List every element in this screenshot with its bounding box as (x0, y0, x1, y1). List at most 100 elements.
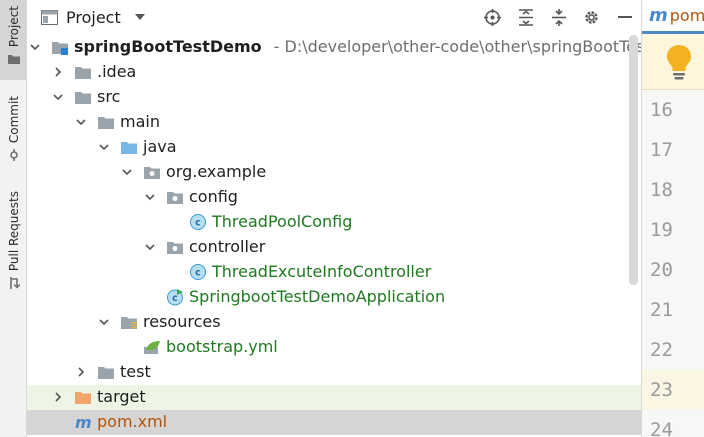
chevron-down-icon[interactable] (75, 116, 87, 128)
spring-boot-class-icon: c (167, 289, 183, 306)
java-class-icon: c (190, 264, 206, 280)
resources-folder-icon (121, 317, 137, 329)
tree-node-label: main (120, 112, 160, 131)
chevron-down-icon[interactable] (144, 241, 156, 253)
tree-node-springboottestdemoapplication[interactable]: c SpringbootTestDemoApplication (27, 285, 641, 310)
settings-icon[interactable] (575, 0, 608, 34)
folder-icon (75, 92, 91, 104)
package-icon (167, 192, 183, 204)
tree-node-idea[interactable]: .idea (27, 60, 641, 85)
tree-node-text: springBootTestDemo (74, 37, 262, 56)
tree-node-org-example[interactable]: org.example (27, 160, 641, 185)
editor-area: m pom.xml 16 17 18 19 20 21 22 23 24 (641, 0, 704, 437)
folder-icon (98, 367, 114, 379)
tree-node-text: java (143, 137, 177, 156)
tool-tab-project[interactable]: Project (0, 0, 27, 80)
tree-node-config[interactable]: config (27, 185, 641, 210)
package-icon (144, 167, 160, 179)
tree-node-label: springBootTestDemo - D:\developer\other-c… (74, 37, 641, 56)
tree-node-label: pom.xml (97, 412, 167, 431)
hide-icon[interactable] (608, 0, 641, 34)
tree-node-src[interactable]: src (27, 85, 641, 110)
tool-tab-pull-requests[interactable]: Pull Requests (0, 185, 27, 305)
chevron-right-icon[interactable] (52, 391, 64, 403)
locate-icon[interactable] (476, 0, 509, 34)
tree-node-target[interactable]: target (27, 385, 641, 410)
line-number: 21 (650, 299, 673, 321)
project-window-icon (41, 9, 58, 25)
line-number: 22 (650, 339, 673, 361)
tool-window-strip: Project Commit Pull Requests (0, 0, 27, 437)
expand-all-icon[interactable] (509, 0, 542, 34)
lightbulb-icon[interactable] (666, 44, 692, 80)
svg-text:c: c (172, 293, 178, 304)
tree-node-label: SpringbootTestDemoApplication (189, 287, 445, 306)
line-number: 16 (650, 99, 673, 121)
tree-node-label: .idea (97, 62, 136, 81)
tree-node-text: ThreadExcuteInfoController (212, 262, 432, 281)
module-path: - D:\developer\other-code\other\springBo… (273, 37, 641, 56)
line-number: 20 (650, 259, 673, 281)
panel-toolbar (476, 0, 641, 34)
tree-node-label: resources (143, 312, 221, 331)
tree-node-controller[interactable]: controller (27, 235, 641, 260)
chevron-down-icon[interactable] (121, 166, 133, 178)
notification-banner (642, 34, 704, 90)
chevron-down-icon[interactable] (52, 91, 64, 103)
chevron-down-icon[interactable] (134, 13, 145, 21)
pull-request-icon (9, 277, 20, 290)
tree-scrollbar[interactable] (629, 35, 638, 285)
tree-node-label: test (120, 362, 151, 381)
chevron-down-icon[interactable] (98, 141, 110, 153)
tree-node-threadpoolconfig[interactable]: c ThreadPoolConfig (27, 210, 641, 235)
package-icon (167, 242, 183, 254)
excluded-folder-icon (75, 392, 91, 404)
tree-node-label: org.example (166, 162, 266, 181)
editor-tab-label: pom.xml (669, 6, 704, 25)
line-number-gutter: 16 17 18 19 20 21 22 23 24 (642, 90, 704, 437)
tree-node-springboottestdemo[interactable]: springBootTestDemo - D:\developer\other-c… (27, 35, 641, 60)
tree-node-text: config (189, 187, 238, 206)
commit-icon (9, 149, 18, 162)
tree-node-label: target (97, 387, 146, 406)
tool-tab-commit[interactable]: Commit (0, 90, 27, 175)
tree-node-text: test (120, 362, 151, 381)
project-panel-title[interactable]: Project (66, 8, 121, 27)
folder-icon (98, 117, 114, 129)
folder-icon (75, 67, 91, 79)
java-class-icon: c (190, 214, 206, 230)
chevron-down-icon[interactable] (29, 41, 41, 53)
chevron-right-icon[interactable] (75, 366, 87, 378)
line-number: 19 (650, 219, 673, 241)
tree-node-label: java (143, 137, 177, 156)
tree-node-text: src (97, 87, 121, 106)
chevron-down-icon[interactable] (144, 191, 156, 203)
tree-node-pom-xml[interactable]: m pom.xml (27, 410, 641, 435)
tree-node-label: bootstrap.yml (166, 337, 278, 356)
tree-node-text: main (120, 112, 160, 131)
tool-tab-label: Commit (6, 96, 21, 144)
maven-icon: m (649, 5, 668, 26)
collapse-all-icon[interactable] (542, 0, 575, 34)
chevron-right-icon[interactable] (52, 66, 64, 78)
tree-node-text: bootstrap.yml (166, 337, 278, 356)
tree-node-threadexcuteinfocontroller[interactable]: c ThreadExcuteInfoController (27, 260, 641, 285)
spring-yml-icon (144, 341, 160, 354)
tree-node-label: ThreadPoolConfig (212, 212, 352, 231)
project-panel-header: Project (27, 0, 641, 34)
tree-node-text: pom.xml (97, 412, 168, 431)
tree-node-resources[interactable]: resources (27, 310, 641, 335)
line-number: 18 (650, 179, 673, 201)
tree-node-text: ThreadPoolConfig (212, 212, 353, 231)
tree-node-java[interactable]: java (27, 135, 641, 160)
tree-node-main[interactable]: main (27, 110, 641, 135)
editor-tab-pom[interactable]: m pom.xml (642, 0, 704, 34)
line-number: 24 (650, 419, 673, 437)
line-number: 17 (650, 139, 673, 161)
tree-node-test[interactable]: test (27, 360, 641, 385)
tree-node-text: SpringbootTestDemoApplication (189, 287, 446, 306)
tree-node-bootstrap-yml[interactable]: bootstrap.yml (27, 335, 641, 360)
line-number: 23 (642, 370, 704, 410)
chevron-down-icon[interactable] (98, 316, 110, 328)
tool-tab-label: Project (6, 6, 21, 48)
